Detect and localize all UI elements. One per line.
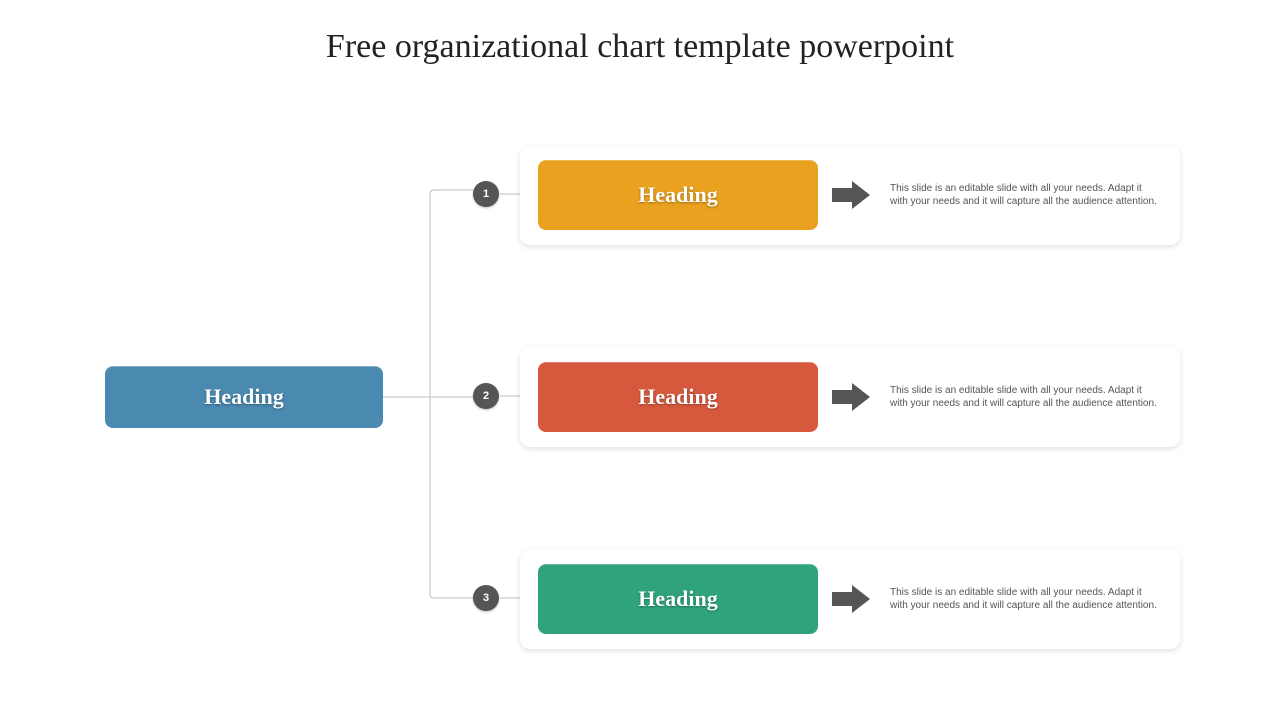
- number-badge-1: 1: [473, 181, 499, 207]
- arrow-right-icon: [832, 183, 872, 207]
- item-card-2: Heading This slide is an editable slide …: [520, 347, 1180, 447]
- item-heading-1: Heading: [538, 160, 818, 230]
- item-heading-3: Heading: [538, 564, 818, 634]
- arrow-right-icon: [832, 385, 872, 409]
- number-badge-2: 2: [473, 383, 499, 409]
- item-desc-2: This slide is an editable slide with all…: [890, 384, 1162, 411]
- slide-title: Free organizational chart template power…: [0, 28, 1280, 66]
- root-heading-box: Heading: [105, 366, 383, 428]
- item-desc-1: This slide is an editable slide with all…: [890, 182, 1162, 209]
- arrow-right-icon: [832, 587, 872, 611]
- item-heading-2: Heading: [538, 362, 818, 432]
- number-badge-3: 3: [473, 585, 499, 611]
- item-card-3: Heading This slide is an editable slide …: [520, 549, 1180, 649]
- item-desc-3: This slide is an editable slide with all…: [890, 586, 1162, 613]
- item-card-1: Heading This slide is an editable slide …: [520, 145, 1180, 245]
